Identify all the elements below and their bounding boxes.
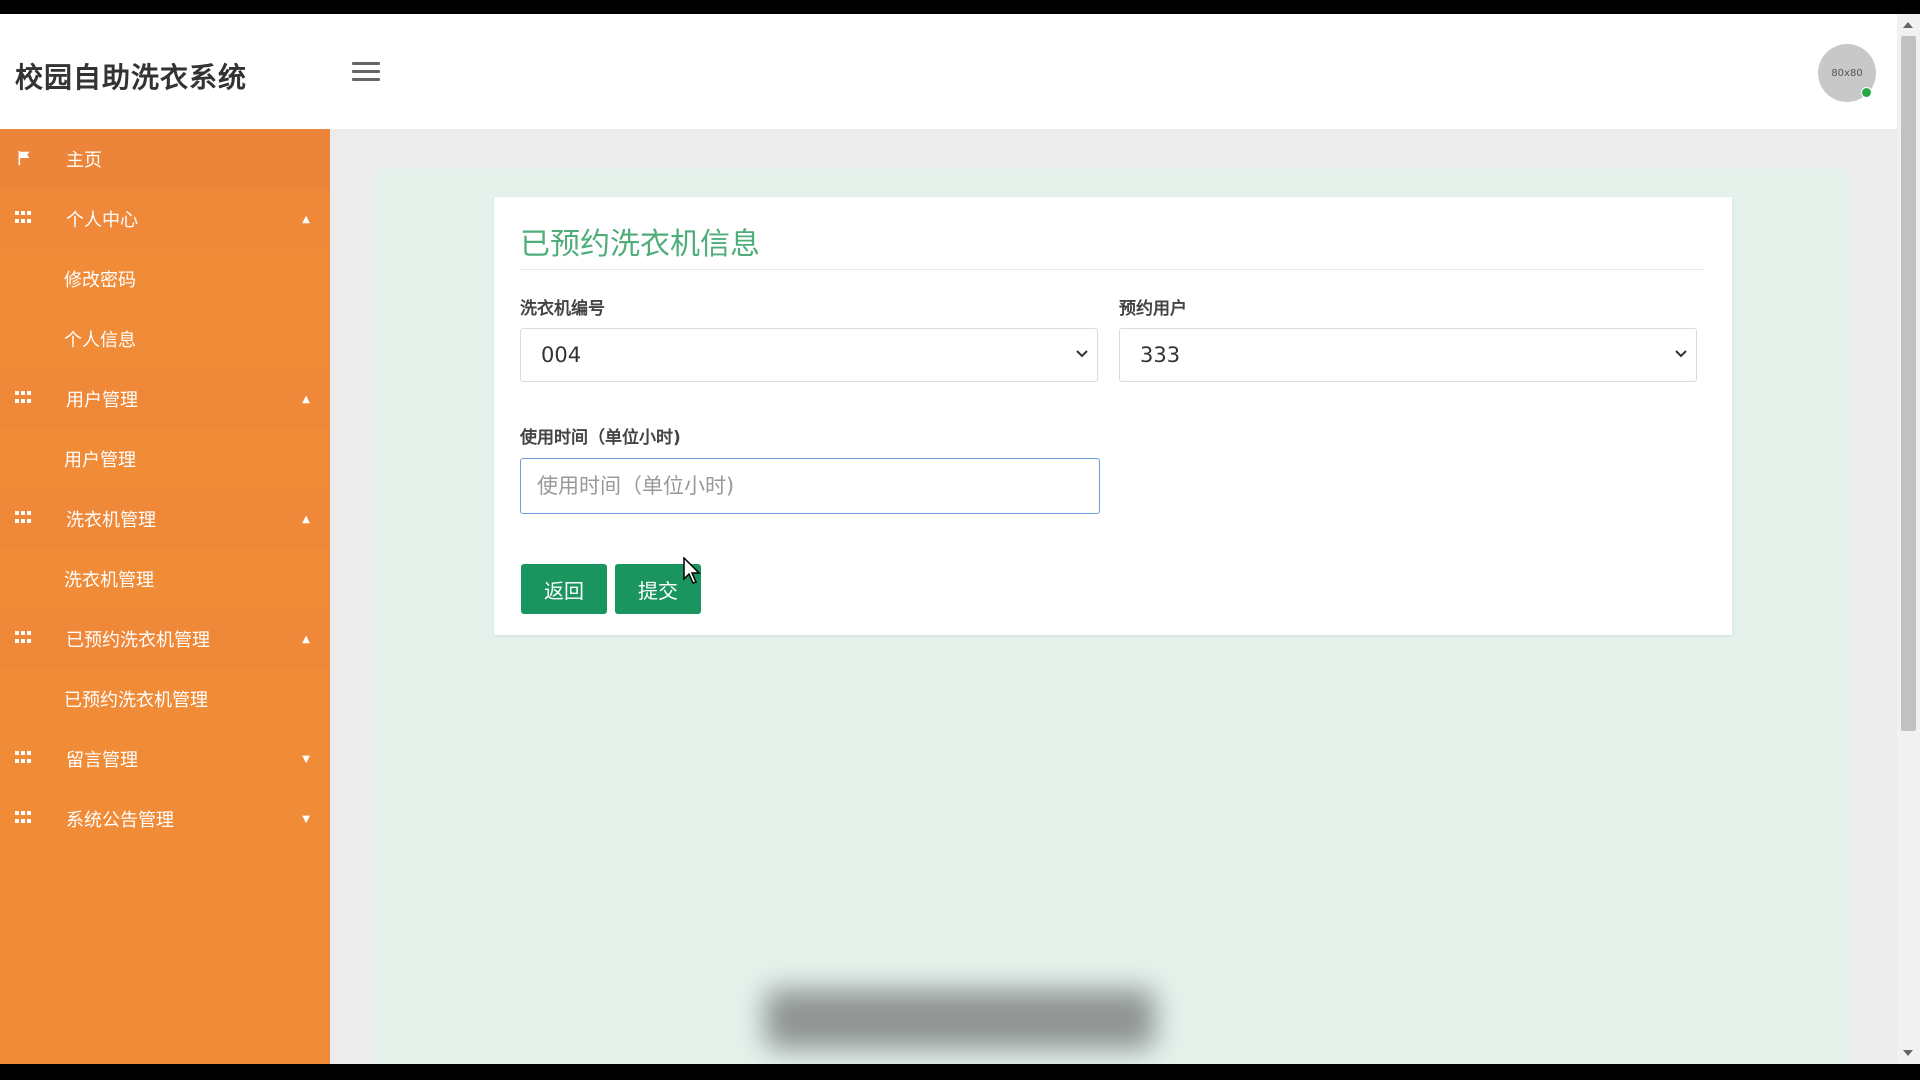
caret-up-icon: ▲ [302,393,310,405]
title-divider [520,269,1704,270]
caret-up-icon: ▲ [302,213,310,225]
reserved-user-select[interactable]: 333 [1119,328,1697,382]
vertical-scrollbar[interactable] [1897,14,1920,1064]
sidebar-item-label: 用户管理 [66,390,138,411]
mouse-cursor-icon [683,557,701,584]
grid-icon [15,211,33,225]
page-title: 已预约洗衣机信息 [520,227,760,262]
sidebar-item-label: 个人中心 [66,210,138,231]
sidebar-item-user-management[interactable]: 用户管理 ▲ [0,369,330,429]
sidebar-item-message-management[interactable]: 留言管理 ▼ [0,729,330,789]
form-card: 已预约洗衣机信息 洗衣机编号 004 预约用户 333 使用时间（单位小时) 返… [494,197,1732,635]
sidebar-item-personal-center[interactable]: 个人中心 ▲ [0,189,330,249]
usage-time-label: 使用时间（单位小时) [520,428,681,448]
caret-down-icon: ▼ [302,753,310,765]
machine-number-label: 洗衣机编号 [520,299,605,319]
top-header: 校园自助洗衣系统 80x80 [0,14,1897,129]
sidebar-item-reserved-washer-management[interactable]: 已预约洗衣机管理 ▲ [0,609,330,669]
machine-number-value: 004 [541,343,582,367]
chevron-down-icon [1675,350,1687,358]
sidebar-item-announcement-management[interactable]: 系统公告管理 ▼ [0,789,330,849]
usage-time-input[interactable] [520,458,1100,514]
sidebar-subitem-change-password[interactable]: 修改密码 [0,249,330,309]
grid-icon [15,391,33,405]
sidebar-item-label: 系统公告管理 [66,810,174,831]
grid-icon [15,751,33,765]
avatar-placeholder-text: 80x80 [1831,67,1863,79]
grid-icon [15,811,33,825]
back-button[interactable]: 返回 [521,564,607,614]
sidebar: 主页 个人中心 ▲ 修改密码 个人信息 用户管理 ▲ 用户管理 洗衣机管理 ▲ … [0,129,330,1064]
machine-number-select[interactable]: 004 [520,328,1098,382]
sidebar-item-label: 已预约洗衣机管理 [66,630,210,651]
caret-down-icon: ▼ [302,813,310,825]
online-status-icon [1861,87,1872,98]
caret-up-icon: ▲ [302,513,310,525]
sidebar-subitem-washer-management[interactable]: 洗衣机管理 [0,549,330,609]
sidebar-item-label: 主页 [66,150,102,171]
sidebar-subitem-user-management[interactable]: 用户管理 [0,429,330,489]
scrollbar-thumb[interactable] [1901,36,1916,731]
sidebar-item-washer-management[interactable]: 洗衣机管理 ▲ [0,489,330,549]
blurred-overlay [765,989,1155,1049]
app-title: 校园自助洗衣系统 [15,61,248,94]
sidebar-item-label: 留言管理 [66,750,138,771]
sidebar-item-label: 洗衣机管理 [66,510,156,531]
grid-icon [15,511,33,525]
chevron-down-icon [1076,350,1088,358]
flag-icon [18,151,30,165]
avatar[interactable]: 80x80 [1818,44,1876,102]
app-window: 校园自助洗衣系统 80x80 主页 个人中心 ▲ 修改密码 个人信息 用户管理 [0,14,1897,1064]
grid-icon [15,631,33,645]
reserved-user-value: 333 [1140,343,1181,367]
sidebar-subitem-personal-info[interactable]: 个人信息 [0,309,330,369]
caret-up-icon: ▲ [302,633,310,645]
sidebar-subitem-reserved-washer-management[interactable]: 已预约洗衣机管理 [0,669,330,729]
scroll-up-arrow-icon[interactable] [1903,22,1913,28]
reserved-user-label: 预约用户 [1119,299,1187,319]
sidebar-item-home[interactable]: 主页 [0,129,330,189]
menu-toggle-icon[interactable] [352,62,380,86]
scroll-down-arrow-icon[interactable] [1903,1050,1913,1056]
